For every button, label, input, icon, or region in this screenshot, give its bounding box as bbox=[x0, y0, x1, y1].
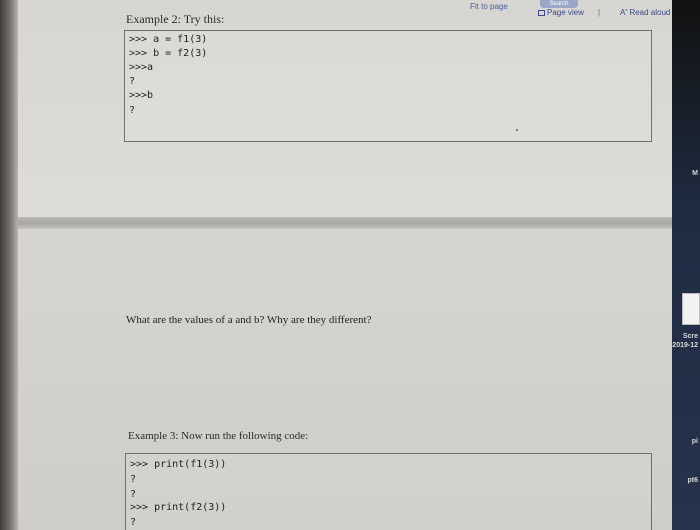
example-2-code-line-4: ? bbox=[129, 76, 136, 87]
example-2-code-line-1: >>> a = f1(3) bbox=[129, 34, 208, 45]
desktop-label-low: pt6 bbox=[687, 477, 699, 484]
example-3-code-line-3: ? bbox=[130, 489, 137, 500]
desktop-label-mid: pi bbox=[691, 438, 698, 445]
read-aloud-icon-sup: ᵃ bbox=[625, 8, 628, 14]
desktop-screenshot-date: 2019-12 bbox=[672, 342, 698, 349]
example-3-heading: Example 3: Now run the following code: bbox=[128, 430, 309, 442]
example-2-code-line-5: >>>b bbox=[129, 90, 154, 101]
fit-to-page-button[interactable]: Fit to page bbox=[470, 2, 508, 11]
read-aloud-label: Read aloud bbox=[629, 8, 671, 17]
page-view-button[interactable]: Page view bbox=[538, 8, 584, 17]
example-3-code-line-4: >>> print(f2(3)) bbox=[130, 502, 227, 513]
reader-toolbar: Fit to page Search Page view | Aᵃ Read a… bbox=[430, 0, 672, 22]
toolbar-divider: | bbox=[598, 8, 601, 17]
example-2-code-line-3: >>>a bbox=[129, 62, 154, 73]
page-view-icon bbox=[538, 10, 545, 16]
read-aloud-button[interactable]: Aᵃ Read aloud bbox=[620, 8, 670, 17]
page-view-label: Page view bbox=[547, 8, 584, 17]
search-button[interactable]: Search bbox=[540, 0, 578, 8]
desktop-file-thumbnail[interactable] bbox=[682, 293, 700, 325]
example-2-heading: Example 2: Try this: bbox=[126, 12, 225, 26]
page-separator bbox=[18, 217, 672, 229]
desktop-label-top: M bbox=[692, 170, 698, 177]
desktop-background: M Scre 2019-12 pi pt6 bbox=[672, 0, 700, 530]
example-2-code-line-2: >>> b = f2(3) bbox=[129, 48, 208, 59]
example-3-code-line-1: >>> print(f1(3)) bbox=[130, 459, 227, 470]
example-3-code-line-2: ? bbox=[130, 474, 137, 485]
question-text: What are the values of a and b? Why are … bbox=[126, 314, 372, 326]
example-3-code-line-5: ? bbox=[130, 517, 137, 528]
example-2-code-line-6: ? bbox=[129, 105, 136, 116]
desktop-screenshot-name[interactable]: Scre bbox=[683, 333, 698, 340]
cursor-dot bbox=[516, 129, 518, 131]
window-left-edge bbox=[0, 0, 18, 530]
